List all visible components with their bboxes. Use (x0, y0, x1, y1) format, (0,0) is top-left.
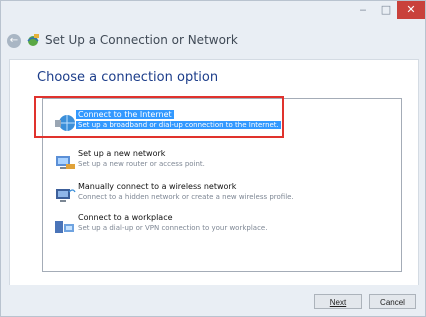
option-manual-wireless[interactable]: Manually connect to a wireless network C… (44, 179, 400, 209)
maximize-icon: □ (380, 3, 392, 16)
router-computer-icon (56, 156, 75, 169)
highlight-box (34, 96, 284, 138)
close-icon: ✕ (406, 3, 416, 16)
option-description: Set up a new router or access point. (78, 160, 205, 168)
workplace-vpn-icon (55, 221, 74, 233)
next-button[interactable]: Next (314, 294, 362, 309)
back-arrow-icon: ← (9, 35, 19, 46)
next-label: Next (329, 298, 347, 307)
minimize-button[interactable]: ‒ (351, 1, 375, 19)
option-description: Set up a dial-up or VPN connection to yo… (78, 224, 268, 232)
wireless-computer-icon (56, 189, 76, 202)
window-title: Set Up a Connection or Network (45, 33, 238, 47)
close-button[interactable]: ✕ (397, 1, 425, 19)
dialog-window: ‒ □ ✕ ← Set Up a Connection or Network C… (0, 0, 426, 317)
cancel-label: Cancel (380, 298, 405, 307)
option-title: Manually connect to a wireless network (78, 182, 237, 191)
option-workplace[interactable]: Connect to a workplace Set up a dial-up … (44, 210, 400, 240)
option-description: Connect to a hidden network or create a … (78, 193, 294, 201)
page-heading: Choose a connection option (37, 70, 219, 85)
back-button[interactable]: ← (7, 34, 21, 48)
title-bar: ‒ □ ✕ ← Set Up a Connection or Network (1, 1, 425, 59)
option-new-network[interactable]: Set up a new network Set up a new router… (44, 146, 400, 176)
minimize-icon: ‒ (359, 3, 367, 16)
dialog-footer: Next Cancel (1, 285, 425, 316)
maximize-button[interactable]: □ (375, 1, 397, 19)
content-panel: Choose a connection option Connect to th… (9, 59, 419, 286)
option-title: Connect to a workplace (78, 213, 173, 222)
cancel-button[interactable]: Cancel (369, 294, 416, 309)
network-setup-icon (27, 34, 39, 46)
option-title: Set up a new network (78, 149, 166, 158)
